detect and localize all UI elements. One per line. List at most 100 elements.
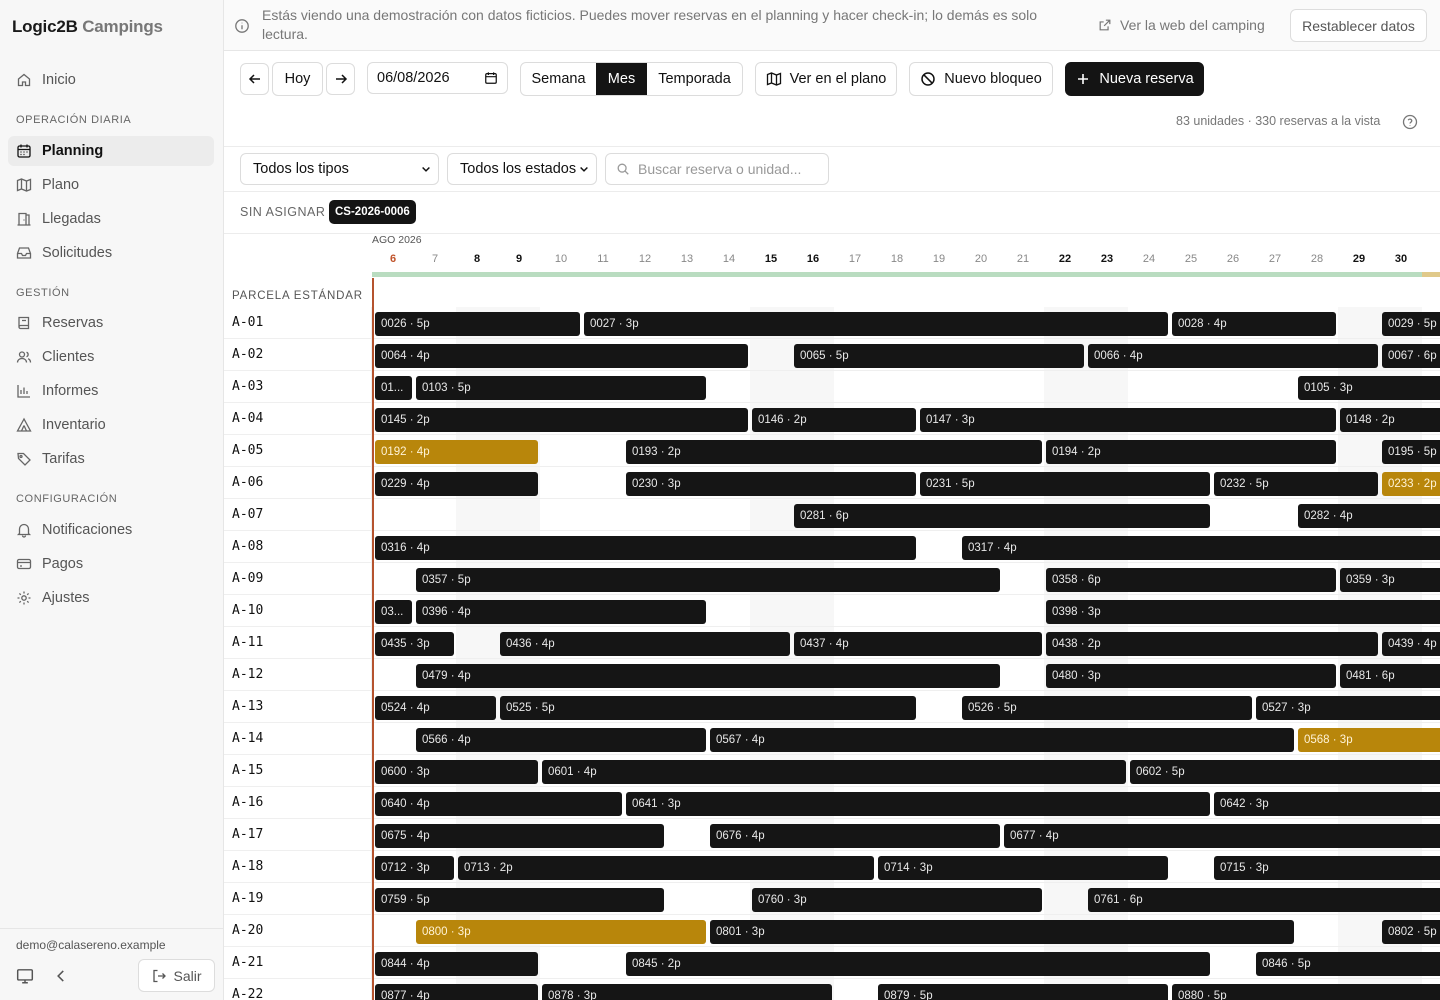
camping-web-link[interactable]: Ver la web del camping: [1098, 17, 1265, 33]
reservation-bar[interactable]: 0195 · 5p: [1382, 440, 1440, 464]
reset-data-button[interactable]: Restablecer datos: [1290, 9, 1427, 42]
reservation-bar[interactable]: 0435 · 3p: [375, 632, 454, 656]
reservation-bar[interactable]: 0879 · 5p: [878, 984, 1168, 1000]
reservation-bar[interactable]: 0641 · 3p: [626, 792, 1210, 816]
reservation-bar[interactable]: 0567 · 4p: [710, 728, 1294, 752]
reservation-bar[interactable]: 0359 · 3p: [1340, 568, 1440, 592]
nav-item-ajustes[interactable]: Ajustes: [8, 583, 214, 613]
unit-label[interactable]: A-03: [232, 379, 263, 394]
nav-item-informes[interactable]: Informes: [8, 376, 214, 406]
nav-item-solicitudes[interactable]: Solicitudes: [8, 238, 214, 268]
reservation-bar[interactable]: 0065 · 5p: [794, 344, 1084, 368]
nav-item-pagos[interactable]: Pagos: [8, 549, 214, 579]
unit-label[interactable]: A-12: [232, 667, 263, 682]
view-month-tab[interactable]: Mes: [596, 63, 647, 95]
reservation-bar[interactable]: 0282 · 4p: [1298, 504, 1440, 528]
collapse-sidebar-icon[interactable]: [52, 967, 70, 985]
unit-label[interactable]: A-21: [232, 955, 263, 970]
reservation-bar[interactable]: 03...: [375, 600, 412, 624]
new-block-button[interactable]: Nuevo bloqueo: [909, 62, 1053, 96]
next-period-button[interactable]: [326, 63, 355, 95]
reservation-bar[interactable]: 0714 · 3p: [878, 856, 1168, 880]
reservation-bar[interactable]: 0396 · 4p: [416, 600, 706, 624]
reservation-bar[interactable]: 0802 · 5p: [1382, 920, 1440, 944]
reservation-bar[interactable]: 0194 · 2p: [1046, 440, 1336, 464]
nav-item-tarifas[interactable]: Tarifas: [8, 444, 214, 474]
reservation-bar[interactable]: 0642 · 3p: [1214, 792, 1440, 816]
unit-label[interactable]: A-10: [232, 603, 263, 618]
unit-label[interactable]: A-09: [232, 571, 263, 586]
view-on-map-button[interactable]: Ver en el plano: [755, 62, 897, 96]
reservation-bar[interactable]: 0316 · 4p: [375, 536, 916, 560]
reservation-bar[interactable]: 0064 · 4p: [375, 344, 748, 368]
reservation-bar[interactable]: 0566 · 4p: [416, 728, 706, 752]
reservation-bar[interactable]: 0479 · 4p: [416, 664, 1000, 688]
prev-period-button[interactable]: [240, 63, 269, 95]
unit-label[interactable]: A-02: [232, 347, 263, 362]
nav-item-plano[interactable]: Plano: [8, 170, 214, 200]
reservation-bar[interactable]: 0437 · 4p: [794, 632, 1042, 656]
reservation-bar[interactable]: 0568 · 3p: [1298, 728, 1440, 752]
unit-label[interactable]: A-14: [232, 731, 263, 746]
reservation-bar[interactable]: 0436 · 4p: [500, 632, 790, 656]
reservation-bar[interactable]: 0147 · 3p: [920, 408, 1336, 432]
reservation-bar[interactable]: 0232 · 5p: [1214, 472, 1378, 496]
nav-item-clientes[interactable]: Clientes: [8, 342, 214, 372]
reservation-bar[interactable]: 0231 · 5p: [920, 472, 1210, 496]
reservation-bar[interactable]: 0193 · 2p: [626, 440, 1042, 464]
reservation-bar[interactable]: 0229 · 4p: [375, 472, 538, 496]
reservation-bar[interactable]: 0715 · 3p: [1214, 856, 1440, 880]
view-season-tab[interactable]: Temporada: [647, 63, 742, 95]
reservation-bar[interactable]: 0712 · 3p: [375, 856, 454, 880]
unit-label[interactable]: A-04: [232, 411, 263, 426]
monitor-icon[interactable]: [16, 967, 34, 985]
reservation-bar[interactable]: 0713 · 2p: [458, 856, 874, 880]
reservation-bar[interactable]: 0602 · 5p: [1130, 760, 1440, 784]
reservation-bar[interactable]: 0877 · 4p: [375, 984, 538, 1000]
reservation-bar[interactable]: 0146 · 2p: [752, 408, 916, 432]
date-picker[interactable]: 06/08/2026: [367, 62, 508, 94]
reservation-bar[interactable]: 0480 · 3p: [1046, 664, 1336, 688]
unit-label[interactable]: A-13: [232, 699, 263, 714]
reservation-bar[interactable]: 0230 · 3p: [626, 472, 916, 496]
unit-label[interactable]: A-11: [232, 635, 263, 650]
reservation-bar[interactable]: 0526 · 5p: [962, 696, 1252, 720]
today-button[interactable]: Hoy: [272, 62, 323, 96]
reservation-bar[interactable]: 0481 · 6p: [1340, 664, 1440, 688]
view-week-tab[interactable]: Semana: [521, 63, 596, 95]
unit-label[interactable]: A-16: [232, 795, 263, 810]
unit-label[interactable]: A-15: [232, 763, 263, 778]
nav-item-planning[interactable]: Planning: [8, 136, 214, 166]
reservation-bar[interactable]: 0105 · 3p: [1298, 376, 1440, 400]
unit-label[interactable]: A-05: [232, 443, 263, 458]
unit-label[interactable]: A-01: [232, 315, 263, 330]
reservation-bar[interactable]: 0103 · 5p: [416, 376, 706, 400]
reservation-bar[interactable]: 0233 · 2p: [1382, 472, 1440, 496]
reservation-bar[interactable]: 0067 · 6p: [1382, 344, 1440, 368]
unit-label[interactable]: A-07: [232, 507, 263, 522]
reservation-bar[interactable]: 0880 · 5p: [1172, 984, 1440, 1000]
reservation-bar[interactable]: 0527 · 3p: [1256, 696, 1440, 720]
nav-item-reservas[interactable]: Reservas: [8, 308, 214, 338]
reservation-bar[interactable]: 0357 · 5p: [416, 568, 1000, 592]
nav-item-inicio[interactable]: Inicio: [8, 65, 214, 95]
reservation-bar[interactable]: 0878 · 3p: [542, 984, 832, 1000]
unit-label[interactable]: A-17: [232, 827, 263, 842]
reservation-bar[interactable]: 0192 · 4p: [375, 440, 538, 464]
reservation-bar[interactable]: 0027 · 3p: [584, 312, 1168, 336]
reservation-bar[interactable]: 0317 · 4p: [962, 536, 1440, 560]
reservation-bar[interactable]: 0800 · 3p: [416, 920, 706, 944]
unit-label[interactable]: A-06: [232, 475, 263, 490]
unit-label[interactable]: A-22: [232, 987, 263, 1000]
reservation-bar[interactable]: 0525 · 5p: [500, 696, 916, 720]
reservation-bar[interactable]: 0760 · 3p: [752, 888, 1042, 912]
type-filter-select[interactable]: Todos los tipos: [240, 153, 439, 185]
unassigned-reservation-chip[interactable]: CS-2026-0006: [329, 200, 416, 224]
reservation-bar[interactable]: 0524 · 4p: [375, 696, 496, 720]
nav-item-llegadas[interactable]: Llegadas: [8, 204, 214, 234]
reservation-bar[interactable]: 0148 · 2p: [1340, 408, 1440, 432]
search-field[interactable]: [605, 153, 829, 185]
reservation-bar[interactable]: 0028 · 4p: [1172, 312, 1336, 336]
reservation-bar[interactable]: 0675 · 4p: [375, 824, 664, 848]
reservation-bar[interactable]: 0761 · 6p: [1088, 888, 1440, 912]
